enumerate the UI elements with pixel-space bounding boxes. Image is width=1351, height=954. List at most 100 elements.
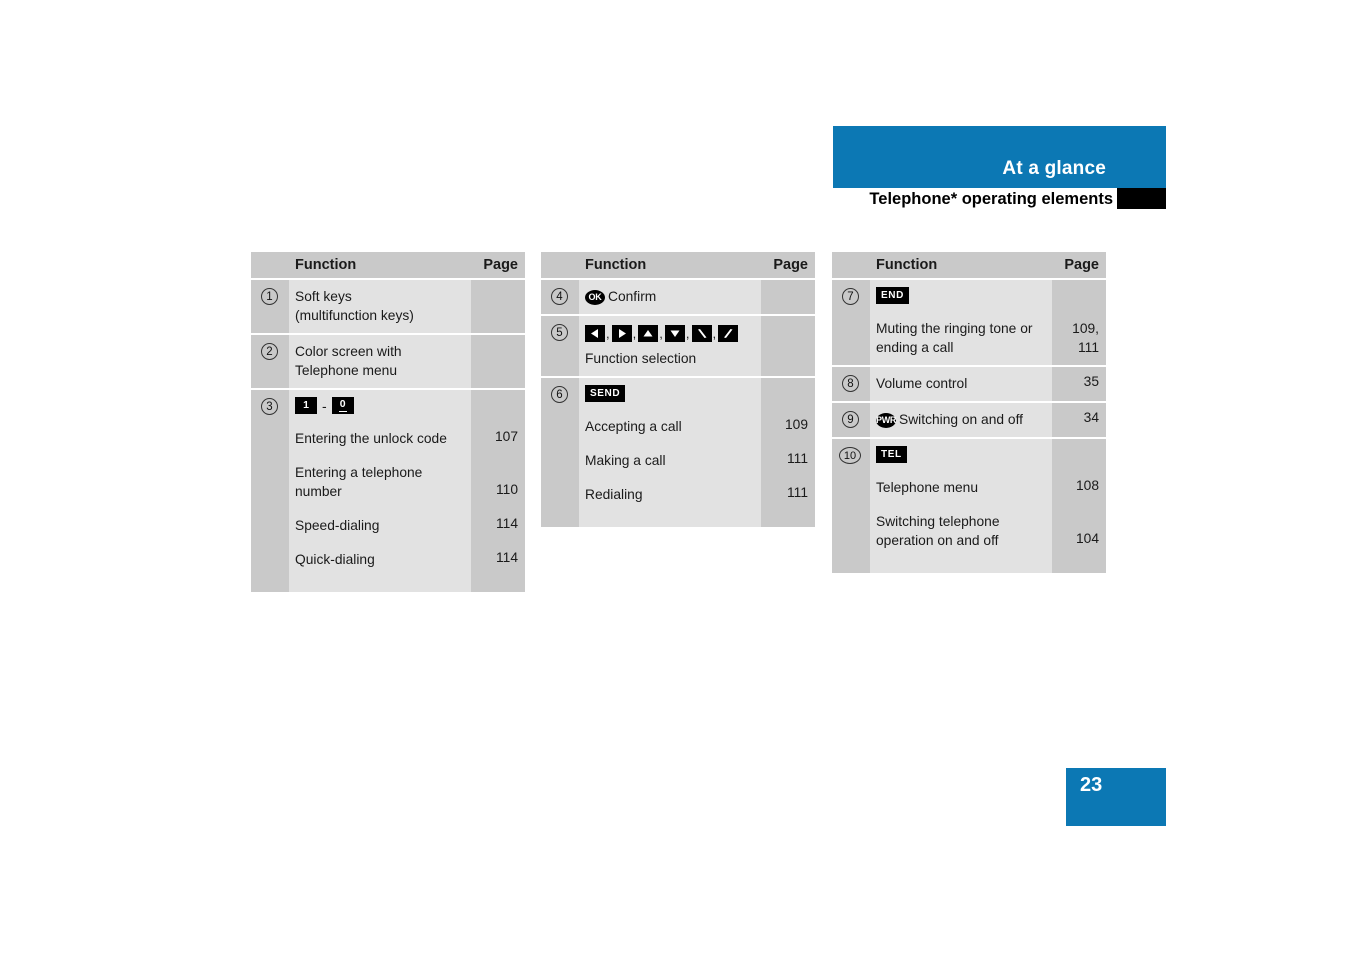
function-text-line: Soft keys bbox=[295, 289, 352, 304]
page-ref: 111 bbox=[1078, 340, 1099, 355]
callout-number-9: 9 bbox=[842, 411, 859, 428]
left-arrow-icon bbox=[585, 324, 605, 342]
function-entry-row: Speed-dialing 114 bbox=[289, 509, 525, 543]
tel-key-cell: TEL bbox=[870, 439, 1052, 471]
function-entry-row: Accepting a call 109 bbox=[579, 409, 815, 444]
page-ref: 104 bbox=[1052, 505, 1106, 558]
header-page-cell: Page bbox=[1052, 252, 1106, 278]
row-number-cell: 5 bbox=[541, 316, 579, 376]
page-ref: 111 bbox=[761, 443, 815, 478]
page-ref: 110 bbox=[471, 456, 525, 509]
row-function-cell: Color screen with Telephone menu bbox=[289, 335, 471, 388]
row-function-cell: OK Confirm bbox=[579, 280, 761, 314]
function-text: Function selection bbox=[585, 350, 697, 366]
function-text: Making a call bbox=[579, 443, 761, 478]
ok-button-icon: OK bbox=[585, 289, 605, 305]
row-page-cell: 35 bbox=[1052, 367, 1106, 401]
row-page-cell bbox=[471, 335, 525, 388]
table-row: 7 END Muting the ringing tone or ending … bbox=[832, 278, 1106, 365]
row-function-cell: ,,,,, Function selection bbox=[579, 316, 761, 376]
row-number-cell: 7 bbox=[832, 280, 870, 365]
end-key-icon: END bbox=[876, 287, 909, 304]
function-entry-row: Telephone menu 108 bbox=[870, 471, 1106, 505]
callout-number-5: 5 bbox=[551, 324, 568, 341]
key-1-icon: 1 bbox=[295, 397, 317, 414]
function-text: ending a call bbox=[876, 340, 954, 355]
function-entry-row: Muting the ringing tone or ending a call… bbox=[870, 312, 1106, 365]
row-page-cell bbox=[471, 280, 525, 333]
key-badge-page bbox=[1052, 280, 1106, 312]
callout-number-8: 8 bbox=[842, 375, 859, 392]
header-number-cell bbox=[541, 252, 579, 278]
row-page-cell bbox=[761, 316, 815, 376]
header-black-marker bbox=[1117, 188, 1166, 209]
function-text: Redialing bbox=[579, 477, 761, 512]
filler-page bbox=[761, 511, 815, 527]
header-function-cell: Function bbox=[579, 252, 761, 278]
row-number-cell: 1 bbox=[251, 280, 289, 333]
page-ref-block: 109, 111 bbox=[1052, 312, 1106, 365]
key-0-icon: 0 bbox=[331, 397, 354, 414]
row-page-cell bbox=[761, 280, 815, 314]
callout-number-4: 4 bbox=[551, 288, 568, 305]
row-number-cell: 2 bbox=[251, 335, 289, 388]
key-badge-row: SEND bbox=[579, 377, 815, 410]
header-function-cell: Function bbox=[289, 252, 471, 278]
table-header-row: Function Page bbox=[251, 252, 525, 278]
table-row: 10 TEL Telephone menu 108 Switching tele… bbox=[832, 437, 1106, 573]
function-text: Speed-dialing bbox=[289, 509, 471, 543]
function-text: number bbox=[295, 484, 342, 499]
right-arrow-icon bbox=[611, 324, 632, 342]
row-number-cell: 3 bbox=[251, 390, 289, 592]
callout-number-7: 7 bbox=[842, 288, 859, 305]
function-text-block: Entering a telephone number bbox=[289, 456, 471, 509]
row-function-cell: PWR Switching on and off bbox=[870, 403, 1052, 437]
page-title: Telephone* operating elements bbox=[869, 190, 1113, 208]
header-accent-band: At a glance bbox=[833, 126, 1166, 188]
send-key-icon: SEND bbox=[585, 384, 626, 402]
table-row: 8 Volume control 35 bbox=[832, 365, 1106, 401]
row-number-cell: 10 bbox=[832, 439, 870, 573]
range-separator: - bbox=[322, 397, 327, 414]
down-arrow-icon bbox=[664, 324, 685, 342]
filler-function bbox=[579, 511, 761, 527]
page-ref: 109 bbox=[761, 409, 815, 444]
row-number-cell: 9 bbox=[832, 403, 870, 437]
function-text: Accepting a call bbox=[579, 409, 761, 444]
row-number-cell: 8 bbox=[832, 367, 870, 401]
function-text-line: (multifunction keys) bbox=[295, 308, 414, 323]
power-button-icon: PWR bbox=[876, 412, 896, 428]
table-row: 6 SEND Accepting a call 109 Making a cal… bbox=[541, 375, 815, 527]
filler-row bbox=[579, 511, 815, 527]
table-row: 2 Color screen with Telephone menu bbox=[251, 333, 525, 388]
callout-number-3: 3 bbox=[261, 398, 278, 415]
row-number-cell: 4 bbox=[541, 280, 579, 314]
diagonal-down-arrow-icon bbox=[691, 324, 712, 342]
function-text: Muting the ringing tone or bbox=[876, 321, 1033, 336]
header-function-cell: Function bbox=[870, 252, 1052, 278]
page-ref: 111 bbox=[761, 477, 815, 512]
function-text-block: Switching telephone operation on and off bbox=[870, 505, 1052, 558]
function-entry-row: Making a call 111 bbox=[579, 443, 815, 478]
key-badge-page bbox=[1052, 439, 1106, 471]
page-ref: 108 bbox=[1052, 471, 1106, 505]
table-row: 1 Soft keys (multifunction keys) bbox=[251, 278, 525, 333]
function-entry-row: Entering a telephone number 110 bbox=[289, 456, 525, 509]
filler-function bbox=[289, 577, 471, 592]
keypad-range-row: 1-0 bbox=[289, 390, 525, 422]
end-key-cell: END bbox=[870, 280, 1052, 312]
function-entry-row: Redialing 111 bbox=[579, 477, 815, 512]
table-row: 3 1-0 Entering the unlock code 107 Enter… bbox=[251, 388, 525, 592]
callout-number-2: 2 bbox=[261, 343, 278, 360]
function-text: Switching on and off bbox=[899, 412, 1024, 427]
row-page-cell: 34 bbox=[1052, 403, 1106, 437]
page-number: 23 bbox=[1080, 774, 1103, 796]
confirm-entry: OK Confirm bbox=[585, 287, 755, 306]
key-badge-page bbox=[761, 377, 815, 410]
header-band-title: At a glance bbox=[1002, 158, 1106, 179]
function-text: Telephone menu bbox=[870, 471, 1052, 505]
up-arrow-icon bbox=[638, 324, 659, 342]
header-page-cell: Page bbox=[471, 252, 525, 278]
keypad-range-cell: 1-0 bbox=[289, 390, 471, 422]
function-entry-row: Quick-dialing 114 bbox=[289, 543, 525, 577]
